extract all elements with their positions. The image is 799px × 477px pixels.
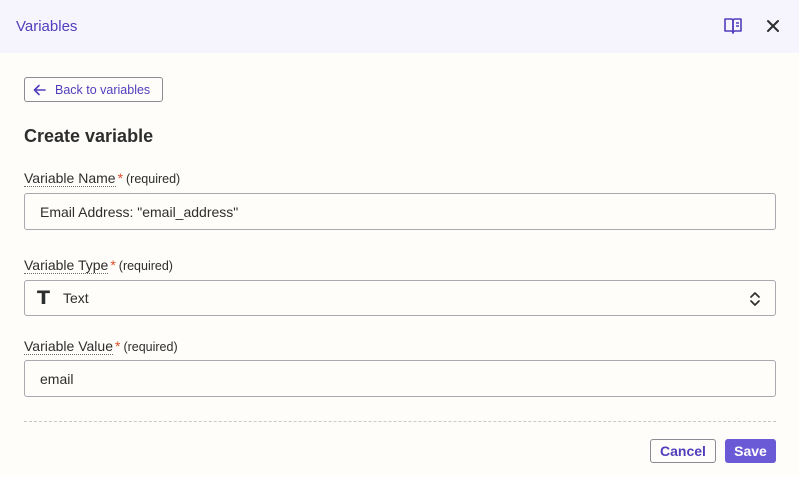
book-open-icon[interactable] [721, 14, 745, 38]
form-title: Create variable [24, 126, 154, 146]
variable-value-label: Variable Value * (required) [24, 338, 178, 355]
variable-value-input[interactable]: email [24, 360, 776, 397]
variable-name-value: Email Address: "email_address" [40, 203, 239, 220]
cancel-button[interactable]: Cancel [650, 439, 716, 463]
variable-value-value: email [40, 370, 74, 387]
required-asterisk: * [110, 257, 116, 273]
text-type-icon: T [37, 287, 50, 309]
required-text: (required) [118, 259, 173, 273]
back-to-variables-button[interactable]: Back to variables [24, 77, 163, 102]
variable-name-input[interactable]: Email Address: "email_address" [24, 193, 776, 230]
arrow-left-icon [33, 84, 46, 95]
variable-value-label-text: Variable Value [24, 338, 113, 355]
variable-name-label: Variable Name * (required) [24, 170, 181, 187]
form-actions: Cancel Save [650, 439, 776, 463]
required-text: (required) [123, 340, 178, 354]
save-button[interactable]: Save [725, 439, 776, 463]
required-text: (required) [126, 172, 181, 186]
panel-title: Variables [16, 18, 78, 35]
variable-type-label: Variable Type * (required) [24, 257, 173, 274]
footer-divider [24, 421, 776, 422]
header-actions [721, 14, 785, 38]
variable-type-value: Text [62, 290, 89, 306]
back-button-label: Back to variables [55, 82, 151, 97]
close-icon[interactable] [761, 14, 785, 38]
required-asterisk: * [117, 170, 124, 186]
required-asterisk: * [114, 338, 121, 354]
variable-type-select[interactable]: T Text [24, 280, 776, 316]
variable-name-label-text: Variable Name [24, 170, 116, 187]
chevron-up-down-icon [750, 292, 760, 306]
variable-type-label-text: Variable Type [24, 257, 109, 274]
panel-header: Variables [0, 0, 799, 53]
